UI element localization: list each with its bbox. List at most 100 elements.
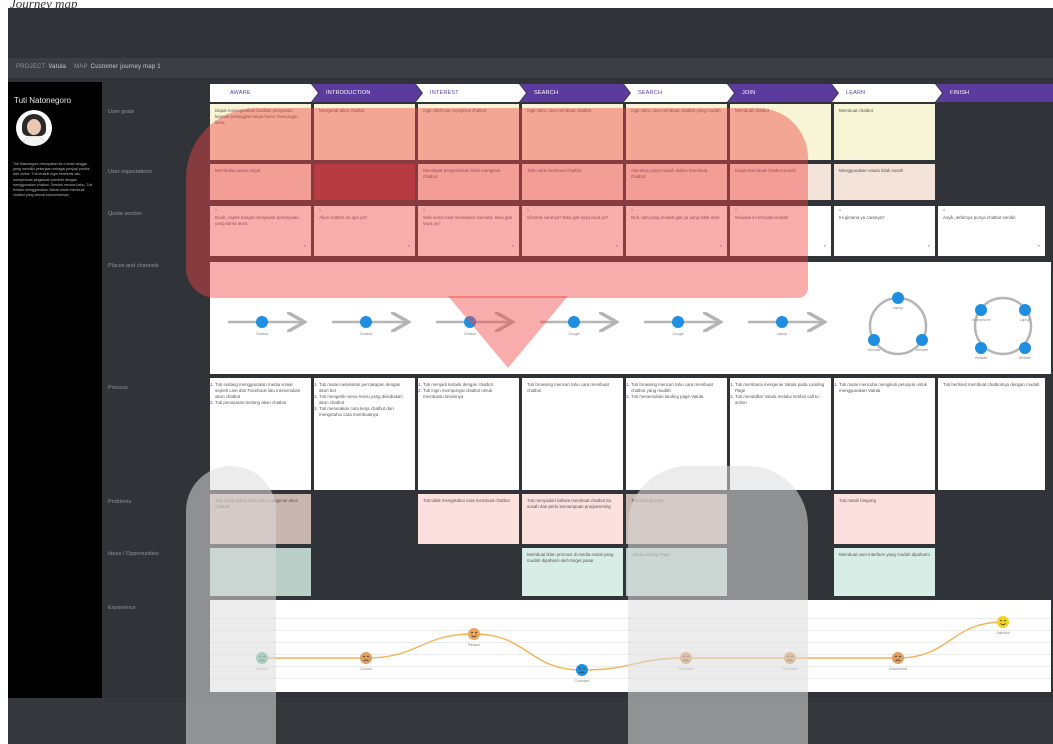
quote-text: Wah keren bisa membalas otomatis. Bisa g… bbox=[423, 215, 512, 226]
quote-text: Gimana caranya? Bisa gak saya buat ya? bbox=[527, 215, 609, 220]
process-card[interactable]: Tuti menjadi tertarik dengan chatbot Tut… bbox=[418, 378, 519, 490]
process-step: Tuti mengetik menu-menu yang disediakan … bbox=[319, 394, 410, 406]
problem-cell[interactable]: Tuti menyadari bahwa membuat chatbot itu… bbox=[522, 494, 623, 544]
bottom-band bbox=[8, 698, 1053, 744]
quote-close-icon: ” bbox=[303, 245, 306, 252]
stage-introduction[interactable]: INTRODUCTION bbox=[312, 84, 422, 102]
experience-label: Satisfied bbox=[996, 631, 1009, 635]
idea-cell[interactable]: Vatula landing Page bbox=[626, 548, 727, 596]
problem-cell[interactable]: Tuti masih bingung bbox=[834, 494, 935, 544]
expectation-cell[interactable]: Dapat membuat chatbot sendiri bbox=[730, 164, 831, 200]
laptop-icon bbox=[975, 342, 987, 354]
quote-card[interactable]: “Duh, ada yang mudah gak ya yang tidak r… bbox=[626, 206, 727, 256]
message-bubble-icon bbox=[975, 304, 987, 316]
channel-label: Google bbox=[568, 332, 579, 336]
stage-interest[interactable]: INTEREST bbox=[416, 84, 526, 102]
expectation-cell[interactable]: Mendapat pengetahuan lebih mengenai chat… bbox=[418, 164, 519, 200]
problem-cell[interactable]: Tuti sama sekali tidak tahu mengenai aku… bbox=[210, 494, 311, 544]
process-card[interactable]: Tuti membaca mengenai Vatula pada Landin… bbox=[730, 378, 831, 490]
quote-card[interactable]: “Gimana caranya? Bisa gak saya buat ya?” bbox=[522, 206, 623, 256]
process-step: Tuti berhasil membuat chatbotnya dengan … bbox=[943, 382, 1040, 387]
process-step: Tuti merasakan cara kerja chatbot dan me… bbox=[319, 406, 410, 418]
stage-finish[interactable]: FINISH bbox=[936, 84, 1053, 102]
process-steps: Tuti menjadi tertarik dengan chatbot Tut… bbox=[423, 382, 514, 400]
project-label: PROJECT bbox=[16, 64, 46, 70]
quote-card[interactable]: “Asyik, akhirnya punya chatbot sendiri” bbox=[938, 206, 1045, 256]
experience-label: Confused bbox=[783, 667, 798, 671]
channel-step-1: Chatbot bbox=[228, 316, 302, 336]
channel-step-2: Chatbot bbox=[332, 316, 406, 336]
laptop-icon bbox=[776, 316, 788, 328]
expectation-cell[interactable] bbox=[314, 164, 415, 200]
idea-cell[interactable]: Membuat iklan promosi di media sosial ya… bbox=[522, 548, 623, 596]
emoji-face-icon bbox=[997, 616, 1009, 628]
quote-close-icon: ” bbox=[719, 245, 722, 252]
goal-cell[interactable]: Membuat chatbot bbox=[730, 104, 831, 160]
process-step: Tuti ingin mempunyai chatbot untuk memba… bbox=[423, 388, 514, 400]
expectation-cell[interactable]: Membalas pesan cepat bbox=[210, 164, 311, 200]
channel-label: Smartphone bbox=[971, 318, 990, 322]
quote-card[interactable]: “Wowww ini ternyata mudah” bbox=[730, 206, 831, 256]
experience-curve: Curious Curious Pleased Confused Confused Con… bbox=[256, 616, 1010, 683]
channel-label: Website bbox=[868, 348, 881, 352]
expectation-cell[interactable]: Tahu cara membuat chatbot bbox=[522, 164, 623, 200]
process-card[interactable]: Tuti browsing mencari tahu cara membuat … bbox=[522, 378, 623, 490]
goal-cell[interactable]: Mengenal akun chatbot bbox=[314, 104, 415, 160]
problem-cell[interactable]: Tuti kebingungan bbox=[626, 494, 727, 544]
goal-cell[interactable]: Ingin lebih tau mengenai chatbot bbox=[418, 104, 519, 160]
idea-cell[interactable]: Membuat user interface yang mudah dipaha… bbox=[834, 548, 935, 596]
stage-search-1[interactable]: SEARCH bbox=[520, 84, 630, 102]
process-card[interactable]: Tuti sedang menggunakan media sosial sep… bbox=[210, 378, 311, 490]
goal-cell[interactable]: Ingin tahu cara membuat chatbot bbox=[522, 104, 623, 160]
laptop-icon bbox=[916, 334, 928, 346]
stage-join[interactable]: JOIN bbox=[728, 84, 838, 102]
avatar bbox=[16, 110, 52, 146]
quote-text: Duh, ada yang mudah gak ya yang tidak ri… bbox=[631, 215, 720, 220]
process-steps: Tuti browsing mencari tahu cara membuat … bbox=[631, 382, 722, 400]
process-steps: Tuti sedang menggunakan media sosial sep… bbox=[215, 382, 306, 406]
expectation-cell[interactable]: Ada situs yang mudah dalam membuat chatb… bbox=[626, 164, 727, 200]
experience-label: Understand bbox=[889, 667, 907, 671]
experience-label: Confused bbox=[679, 667, 694, 671]
channels-diagram: Chatbot Chatbot Chatbot Google Google La… bbox=[228, 292, 1033, 360]
process-steps: Tuti mulai mencoba mengikuti petunjuk un… bbox=[839, 382, 930, 394]
expectation-cell[interactable]: Menggunakan vatula tidak susah bbox=[834, 164, 935, 200]
top-band bbox=[8, 8, 1053, 58]
quote-card[interactable]: “Ini gimana ya caranya?” bbox=[834, 206, 935, 256]
process-card[interactable]: Tuti berhasil membuat chatbotnya dengan … bbox=[938, 378, 1045, 490]
channel-step-3: Chatbot bbox=[436, 316, 510, 336]
quote-card[interactable]: “Duuh, capek banget menjawab pertanyaan … bbox=[210, 206, 311, 256]
map-name[interactable]: Customer journey map 1 bbox=[91, 64, 161, 70]
goal-cell[interactable]: Membuat chatbot bbox=[834, 104, 935, 160]
experience-line bbox=[262, 621, 1004, 671]
goal-cell[interactable]: Ingin tahu cara membuat chatbot yang mud… bbox=[626, 104, 727, 160]
process-step: Tuti mulai mencoba mengikuti petunjuk un… bbox=[839, 382, 930, 394]
process-step: Tuti sedang menggunakan media sosial sep… bbox=[215, 382, 306, 400]
stage-aware[interactable]: AWARE bbox=[210, 84, 318, 102]
process-card[interactable]: Tuti mulai melakukan percakapan dengan a… bbox=[314, 378, 415, 490]
experience-label: Confused bbox=[575, 679, 590, 683]
laptop-icon bbox=[892, 292, 904, 304]
quote-close-icon: ” bbox=[927, 245, 930, 252]
process-card[interactable]: Tuti browsing mencari tahu cara membuat … bbox=[626, 378, 727, 490]
journey-board: PROJECT Vatula MAP Customer journey map 1 … bbox=[8, 8, 1053, 744]
channel-step-5: Google bbox=[644, 316, 718, 336]
quote-text: Ini gimana ya caranya? bbox=[839, 215, 885, 220]
problem-cell[interactable]: Tuti tidak mengetahui cara membuat chatb… bbox=[418, 494, 519, 544]
project-name[interactable]: Vatula bbox=[48, 64, 66, 70]
emoji-face-icon bbox=[468, 628, 480, 640]
project-breadcrumb: PROJECT Vatula MAP Customer journey map 1 bbox=[16, 64, 167, 70]
stage-learn[interactable]: LEARN bbox=[832, 84, 942, 102]
emoji-face-icon bbox=[892, 652, 904, 664]
stage-search-2[interactable]: SEARCH bbox=[624, 84, 734, 102]
quote-card[interactable]: “Wah keren bisa membalas otomatis. Bisa … bbox=[418, 206, 519, 256]
laptop-icon bbox=[1019, 304, 1031, 316]
goal-cell[interactable]: Dapat meningkatkan kualitas pelayanan ke… bbox=[210, 104, 311, 160]
idea-cell[interactable] bbox=[210, 548, 311, 596]
row-label-expectations: User expectations bbox=[108, 169, 153, 175]
google-icon bbox=[568, 316, 580, 328]
quote-card[interactable]: “Akun chatbot ini apa ya?” bbox=[314, 206, 415, 256]
quote-text: Wowww ini ternyata mudah bbox=[735, 215, 789, 220]
emoji-face-icon bbox=[784, 652, 796, 664]
process-card[interactable]: Tuti mulai mencoba mengikuti petunjuk un… bbox=[834, 378, 935, 490]
